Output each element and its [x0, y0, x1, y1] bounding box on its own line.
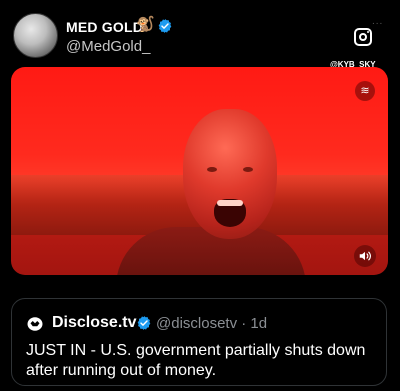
author-name[interactable]: MED GOLD: [66, 19, 143, 35]
media-badge-icon[interactable]: ≋: [355, 81, 375, 101]
video-person-eye: [243, 167, 253, 172]
speaker-glyph-icon: [359, 251, 371, 261]
video-person-teeth: [217, 200, 243, 206]
video-media[interactable]: [11, 67, 388, 275]
disclose-logo-icon: [27, 317, 43, 331]
speaker-icon[interactable]: [354, 245, 376, 267]
more-options-dots[interactable]: ...: [372, 16, 383, 27]
video-person-eye: [207, 167, 217, 172]
verified-icon: [137, 316, 151, 330]
quoted-author-handle[interactable]: @disclosetv · 1d: [156, 315, 267, 332]
monkey-emoji-icon: 🐒: [136, 16, 155, 33]
instagram-icon: [354, 28, 372, 46]
quoted-author-name[interactable]: Disclose.tv: [52, 314, 136, 332]
author-handle[interactable]: @MedGold_: [66, 38, 150, 55]
quoted-post[interactable]: Disclose.tv @disclosetv · 1d JUST IN - U…: [11, 298, 387, 386]
verified-icon: [158, 19, 172, 33]
quoted-post-text: JUST IN - U.S. government partially shut…: [26, 342, 366, 379]
author-avatar[interactable]: [13, 13, 58, 58]
